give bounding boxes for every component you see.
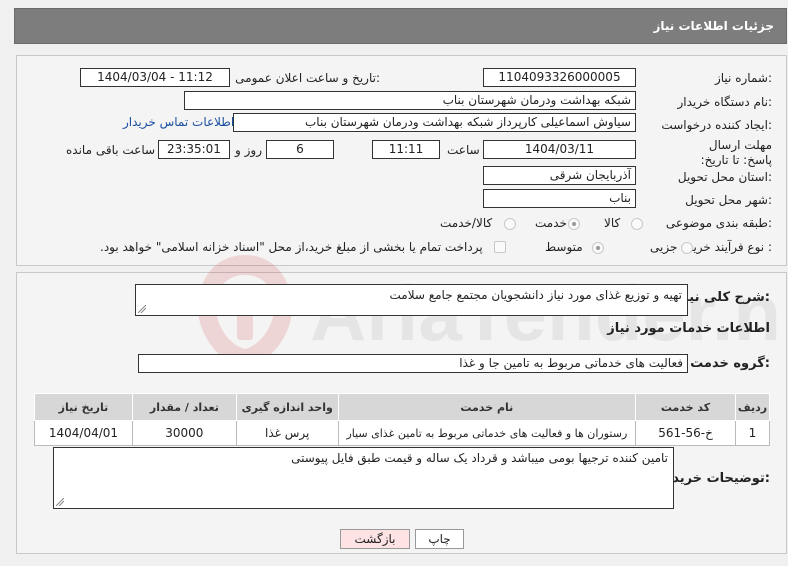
summary-text: تهیه و توزیع غذای مورد نیاز دانشجویان مج… bbox=[389, 288, 683, 302]
col-unit: واحد اندازه گیری bbox=[235, 393, 339, 421]
deadline-date-field: 1404/03/11 bbox=[483, 140, 636, 159]
col-service-code: کد خدمت bbox=[635, 393, 736, 421]
col-service-name: نام خدمت bbox=[337, 393, 637, 421]
cell-service-code: خ-56-561 bbox=[635, 420, 736, 446]
remaining-time-field: 23:35:01 bbox=[158, 140, 230, 159]
buyer-notes-label: توضیحات خریدار: bbox=[660, 471, 770, 486]
category-radio-goods-service[interactable] bbox=[504, 218, 516, 230]
remaining-time-label: ساعت باقی مانده bbox=[66, 143, 156, 157]
need-number-field: 1104093326000005 bbox=[483, 68, 636, 87]
services-table: تاریخ نیاز تعداد / مقدار واحد اندازه گیر… bbox=[34, 393, 771, 446]
summary-label: شرح کلی نیاز: bbox=[676, 290, 770, 305]
province-field: آذربایجان شرقی bbox=[483, 166, 636, 185]
cell-unit: پرس غذا bbox=[235, 420, 339, 446]
cell-row: 1 bbox=[734, 420, 771, 446]
table-header-row: تاریخ نیاز تعداد / مقدار واحد اندازه گیر… bbox=[34, 393, 771, 421]
remaining-days-field: 6 bbox=[266, 140, 334, 159]
col-need-date: تاریخ نیاز bbox=[34, 393, 133, 421]
resize-grip-icon[interactable] bbox=[56, 498, 64, 506]
services-section-title: اطلاعات خدمات مورد نیاز bbox=[607, 321, 770, 336]
category-label: طبقه بندی موضوعی: bbox=[665, 216, 772, 230]
requester-field: سیاوش اسماعیلی کارپرداز شبکه بهداشت ودرم… bbox=[233, 113, 636, 132]
page-header: جزئیات اطلاعات نیاز bbox=[14, 8, 787, 44]
announce-datetime-field: 1404/03/04 - 11:12 bbox=[80, 68, 230, 87]
category-option-goods-service: کالا/خدمت bbox=[440, 216, 493, 230]
print-button[interactable]: چاپ bbox=[415, 529, 464, 549]
buyer-org-label: نام دستگاه خریدار: bbox=[677, 95, 773, 109]
category-option-service: خدمت bbox=[535, 216, 567, 230]
page-title: جزئیات اطلاعات نیاز bbox=[653, 19, 774, 33]
buyer-notes-textarea[interactable]: تامین کننده ترجیها بومی میباشد و قرداد ی… bbox=[53, 447, 674, 509]
category-radio-goods[interactable] bbox=[631, 218, 643, 230]
col-quantity: تعداد / مقدار bbox=[131, 393, 237, 421]
cell-need-date: 1404/04/01 bbox=[34, 420, 133, 446]
province-label: استان محل تحویل: bbox=[677, 170, 772, 184]
city-field: بناب bbox=[483, 189, 636, 208]
category-radio-service[interactable] bbox=[568, 218, 580, 230]
deadline-time-field: 11:11 bbox=[372, 140, 440, 159]
buyer-notes-text: تامین کننده ترجیها بومی میباشد و قرداد ی… bbox=[291, 451, 668, 465]
back-button[interactable]: بازگشت bbox=[340, 529, 410, 549]
table-row: 1404/04/01 30000 پرس غذا رستوران ها و فع… bbox=[34, 420, 771, 446]
announce-datetime-label: تاریخ و ساعت اعلان عمومی: bbox=[235, 71, 380, 85]
buyer-org-field: شبکه بهداشت ودرمان شهرستان بناب bbox=[184, 91, 636, 110]
need-number-label: شماره نیاز: bbox=[714, 71, 772, 85]
deadline-time-label: ساعت bbox=[447, 143, 480, 157]
category-option-goods: کالا bbox=[604, 216, 621, 230]
cell-service-name: رستوران ها و فعالیت های خدماتی مربوط به … bbox=[337, 420, 637, 446]
requester-label: ایجاد کننده درخواست: bbox=[661, 118, 772, 132]
service-group-field: فعالیت های خدماتی مربوط به تامین جا و غذ… bbox=[138, 354, 688, 373]
resize-grip-icon[interactable] bbox=[138, 305, 146, 313]
city-label: شهر محل تحویل: bbox=[685, 193, 772, 207]
cell-quantity: 30000 bbox=[131, 420, 237, 446]
buyer-contact-link[interactable]: اطلاعات تماس خریدار bbox=[123, 115, 234, 129]
service-group-label: گروه خدمت: bbox=[690, 356, 770, 371]
deadline-label: مهلت ارسال پاسخ: تا تاریخ: bbox=[700, 138, 772, 167]
summary-textarea[interactable]: تهیه و توزیع غذای مورد نیاز دانشجویان مج… bbox=[135, 284, 688, 316]
days-label: روز و bbox=[235, 143, 262, 157]
col-row: ردیف bbox=[734, 393, 771, 421]
